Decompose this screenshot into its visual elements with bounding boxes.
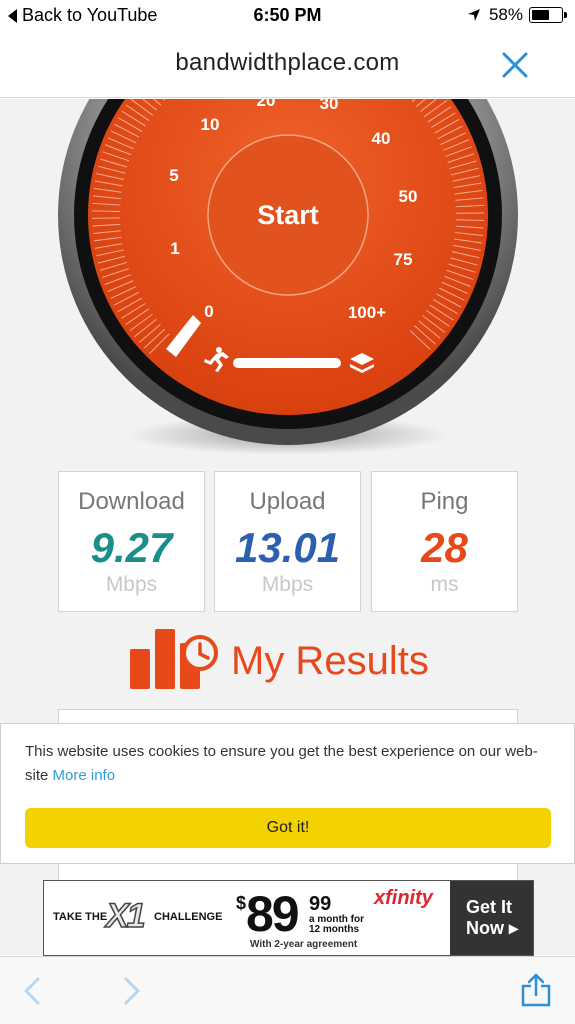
download-label: Download [78, 488, 185, 515]
close-icon[interactable] [501, 51, 529, 79]
speed-gauge: Start 1 5 10 20 30 40 50 75 100+ 0 [58, 99, 518, 455]
upload-stat: Upload 13.01 Mbps [214, 471, 361, 612]
gauge-tick [92, 210, 121, 212]
start-button[interactable]: Start [257, 200, 319, 230]
my-results-heading: My Results [130, 627, 460, 691]
browser-toolbar [0, 956, 575, 1024]
ad-dollar: $ [236, 893, 247, 913]
url-text[interactable]: bandwidthplace.com [0, 49, 575, 77]
gauge-scale-label: 5 [169, 166, 178, 185]
cookie-message: This website uses cookies to ensure you … [25, 740, 555, 788]
xfinity-ad[interactable]: TAKE THE X1 CHALLENGE $ 89 99 a month fo… [43, 880, 534, 956]
got-it-button[interactable]: Got it! [25, 808, 551, 848]
gauge-scale-label: 30 [320, 99, 339, 113]
battery-percent: 58% [488, 5, 523, 24]
status-bar: Back to YouTube 6:50 PM 58% [0, 0, 575, 34]
status-right: 58% [467, 5, 567, 25]
speed-results: Download 9.27 Mbps Upload 13.01 Mbps Pin… [58, 471, 518, 612]
url-bar: bandwidthplace.com [0, 34, 575, 98]
cookie-banner: This website uses cookies to ensure you … [0, 723, 575, 864]
download-unit: Mbps [105, 573, 158, 596]
download-stat: Download 9.27 Mbps [58, 471, 205, 612]
forward-arrow-icon[interactable] [120, 976, 142, 1006]
gauge-scale-label: 75 [394, 250, 413, 269]
ad-cta-line1: Get It [466, 897, 513, 917]
gauge-scale-label: 20 [257, 99, 276, 110]
ping-label: Ping [420, 488, 469, 515]
more-info-link[interactable]: More info [53, 767, 116, 784]
ad-take-the: TAKE THE [53, 911, 108, 923]
gauge-scale-label: 40 [372, 129, 391, 148]
battery-icon [529, 7, 567, 23]
upload-unit: Mbps [261, 573, 314, 596]
location-arrow-icon [467, 9, 480, 21]
progress-bar [233, 358, 341, 368]
ad-price: 89 [246, 886, 300, 942]
ad-brand-logo: xfinity [374, 887, 433, 909]
gauge-scale-label: 100+ [348, 303, 386, 322]
ad-per-month-line2: 12 months [309, 924, 360, 935]
ad-per-month: a month for 12 months [309, 915, 364, 935]
gauge-scale-label: 50 [399, 187, 418, 206]
upload-label: Upload [249, 488, 326, 515]
share-icon[interactable] [520, 973, 552, 1007]
ad-x1-logo: X1 [105, 896, 146, 936]
back-arrow-icon[interactable] [22, 976, 44, 1006]
ping-stat: Ping 28 ms [371, 471, 518, 612]
ping-unit: ms [430, 573, 459, 596]
download-value: 9.27 [90, 524, 173, 571]
ad-cents: 99 [309, 893, 332, 915]
ad-cta-line2: Now ▸ [466, 918, 519, 938]
results-chart-icon [130, 629, 218, 689]
ad-agreement: With 2-year agreement [250, 939, 358, 950]
my-results-title: My Results [231, 639, 429, 683]
ping-value: 28 [421, 524, 468, 571]
ad-get-it-now-button[interactable]: Get It Now ▸ [450, 881, 533, 955]
gauge-scale-label: 0 [204, 302, 213, 321]
upload-value: 13.01 [234, 524, 341, 571]
gauge-scale-label: 1 [170, 239, 179, 258]
ad-challenge: CHALLENGE [154, 911, 223, 923]
gauge-scale-label: 10 [201, 115, 220, 134]
